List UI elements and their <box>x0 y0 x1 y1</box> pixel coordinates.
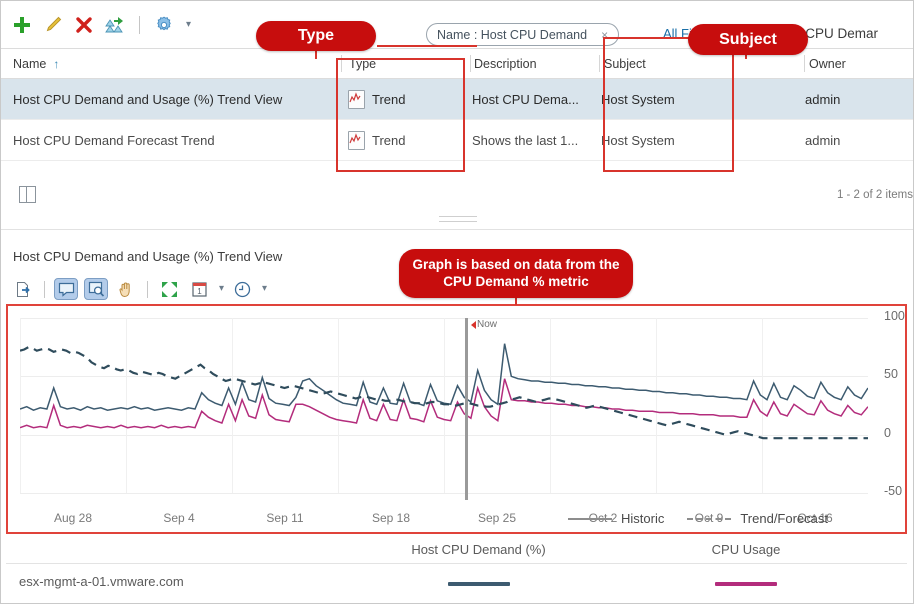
time-range-icon[interactable] <box>230 278 254 300</box>
column-chooser-icon[interactable] <box>19 186 36 203</box>
table-footer: 1 - 2 of 2 items <box>1 178 913 212</box>
metric-legend-demand-swatch-cell <box>336 574 621 589</box>
x-axis-tick-label: Sep 18 <box>371 511 411 525</box>
cell-type-label: Trend <box>372 91 406 107</box>
panel-title: Host CPU Demand and Usage (%) Trend View <box>13 249 283 264</box>
gear-dropdown-caret-icon[interactable]: ▾ <box>186 20 191 30</box>
gear-icon[interactable] <box>153 14 175 36</box>
cell-owner: admin <box>805 91 841 107</box>
chart-toolbar: 1 ▾ ▾ <box>11 278 267 300</box>
type-callout: Type <box>256 21 376 51</box>
x-axis-tick-label: Sep 4 <box>163 511 195 525</box>
series-line <box>20 346 868 440</box>
usage-color-swatch <box>715 581 777 586</box>
panel-splitter[interactable] <box>1 211 913 230</box>
x-axis-tick-label: Sep 25 <box>477 511 517 525</box>
pagination-info: 1 - 2 of 2 items <box>836 188 913 201</box>
cell-type: Trend <box>341 130 469 150</box>
table-row[interactable]: Host CPU Demand Forecast Trend Trend Sho… <box>1 120 913 161</box>
sort-ascending-icon[interactable]: ↑ <box>53 57 59 71</box>
subject-callout-text: Subject <box>719 30 777 48</box>
cell-subject: Host System <box>601 132 675 148</box>
table-row[interactable]: Host CPU Demand and Usage (%) Trend View… <box>1 79 913 120</box>
add-icon[interactable] <box>11 14 33 36</box>
chart-plot-area[interactable]: 100 50 0 -50 Aug 28 Sep 4 Sep 11 Sep 18 Sep 25 Oc… <box>20 309 905 525</box>
type-callout-leader-h <box>377 45 477 47</box>
toolbar-divider <box>44 280 45 298</box>
x-axis-tick-label: Sep 11 <box>266 511 304 525</box>
cell-name: Host CPU Demand Forecast Trend <box>13 132 215 148</box>
views-table: Name ↑ Type Description Subject Owner Ho… <box>1 48 913 161</box>
metric-legend-header-usage: CPU Usage <box>711 541 781 557</box>
cell-description: Shows the last 1... <box>472 132 579 148</box>
column-header-subject[interactable]: Subject <box>600 57 804 71</box>
cell-name: Host CPU Demand and Usage (%) Trend View <box>13 91 283 107</box>
date-range-caret-icon[interactable]: ▾ <box>219 284 224 294</box>
y-axis-tick-label: 50 <box>884 367 898 382</box>
toolbar-divider <box>147 280 148 298</box>
tooltip-select-icon[interactable] <box>54 278 78 300</box>
metric-legend-header-demand: Host CPU Demand (%) <box>411 541 546 557</box>
column-header-type[interactable]: Type <box>342 57 470 71</box>
chart-lines <box>20 343 868 440</box>
column-header-owner[interactable]: Owner <box>805 57 913 71</box>
column-header-label: Name <box>13 56 47 71</box>
demand-color-swatch <box>447 581 510 586</box>
legend-label-forecast: Trend/Forecast <box>740 511 829 526</box>
series-line <box>20 343 868 412</box>
time-range-caret-icon[interactable]: ▾ <box>262 284 267 294</box>
pan-hand-icon[interactable] <box>114 278 138 300</box>
trend-document-icon <box>348 130 365 150</box>
date-range-icon[interactable]: 1 <box>187 278 211 300</box>
toolbar-actions: ▾ <box>11 14 191 36</box>
y-axis-tick-label: -50 <box>884 484 903 498</box>
fit-screen-icon[interactable] <box>157 278 181 300</box>
subject-callout: Subject <box>688 24 808 55</box>
chart-series-legend: Historic Trend/Forecast <box>568 511 828 526</box>
y-gridline <box>20 493 868 494</box>
close-icon[interactable]: × <box>601 28 608 42</box>
now-marker-text: Now <box>477 319 498 330</box>
graph-source-callout: Graph is based on data from the CPU Dema… <box>399 249 633 298</box>
zoom-select-icon[interactable] <box>84 278 108 300</box>
column-header-name[interactable]: Name ↑ <box>1 57 341 71</box>
filter-chip-label: Name : Host CPU Demand <box>437 27 588 42</box>
type-callout-text: Type <box>297 27 335 44</box>
column-header-description[interactable]: Description <box>471 57 599 71</box>
active-filter-chip[interactable]: Name : Host CPU Demand × <box>426 23 620 46</box>
edit-pencil-icon[interactable] <box>42 14 64 36</box>
now-marker-line <box>465 318 468 500</box>
clone-icon[interactable] <box>104 14 126 36</box>
trend-chart[interactable]: 100 50 0 -50 Aug 28 Sep 4 Sep 11 Sep 18 Sep 25 Oc… <box>6 304 907 534</box>
delete-icon[interactable] <box>73 14 95 36</box>
historic-line-swatch <box>568 517 612 520</box>
app-window: ▾ Name : Host CPU Demand × All Fi st CPU… <box>0 0 914 604</box>
now-marker-triangle-icon <box>471 320 476 329</box>
x-axis-tick-label: Aug 28 <box>53 511 93 525</box>
svg-text:1: 1 <box>197 287 202 296</box>
toolbar-divider <box>139 16 140 34</box>
metric-legend-usage-swatch-cell <box>621 574 871 589</box>
legend-label-historic: Historic <box>621 511 665 526</box>
export-icon[interactable] <box>11 278 35 300</box>
cell-owner: admin <box>805 132 841 148</box>
metric-legend-row: esx-mgmt-a-01.vmware.com <box>6 564 907 598</box>
now-marker-label: Now <box>471 319 497 330</box>
cell-type-label: Trend <box>372 132 406 148</box>
graph-source-callout-text: Graph is based on data from the CPU Dema… <box>412 256 620 289</box>
y-axis-tick-label: 100 <box>884 309 905 323</box>
cell-subject: Host System <box>601 91 675 107</box>
cell-description: Host CPU Dema... <box>472 91 579 107</box>
cell-type: Trend <box>341 89 469 109</box>
trend-document-icon <box>348 89 365 109</box>
metric-legend-resource-label: esx-mgmt-a-01.vmware.com <box>19 573 184 589</box>
metric-legend-table: Host CPU Demand (%) CPU Usage esx-mgmt-a… <box>6 535 907 599</box>
forecast-line-swatch <box>687 517 732 520</box>
metric-legend-header: Host CPU Demand (%) CPU Usage <box>6 535 907 564</box>
y-axis-tick-label: 0 <box>884 425 891 440</box>
